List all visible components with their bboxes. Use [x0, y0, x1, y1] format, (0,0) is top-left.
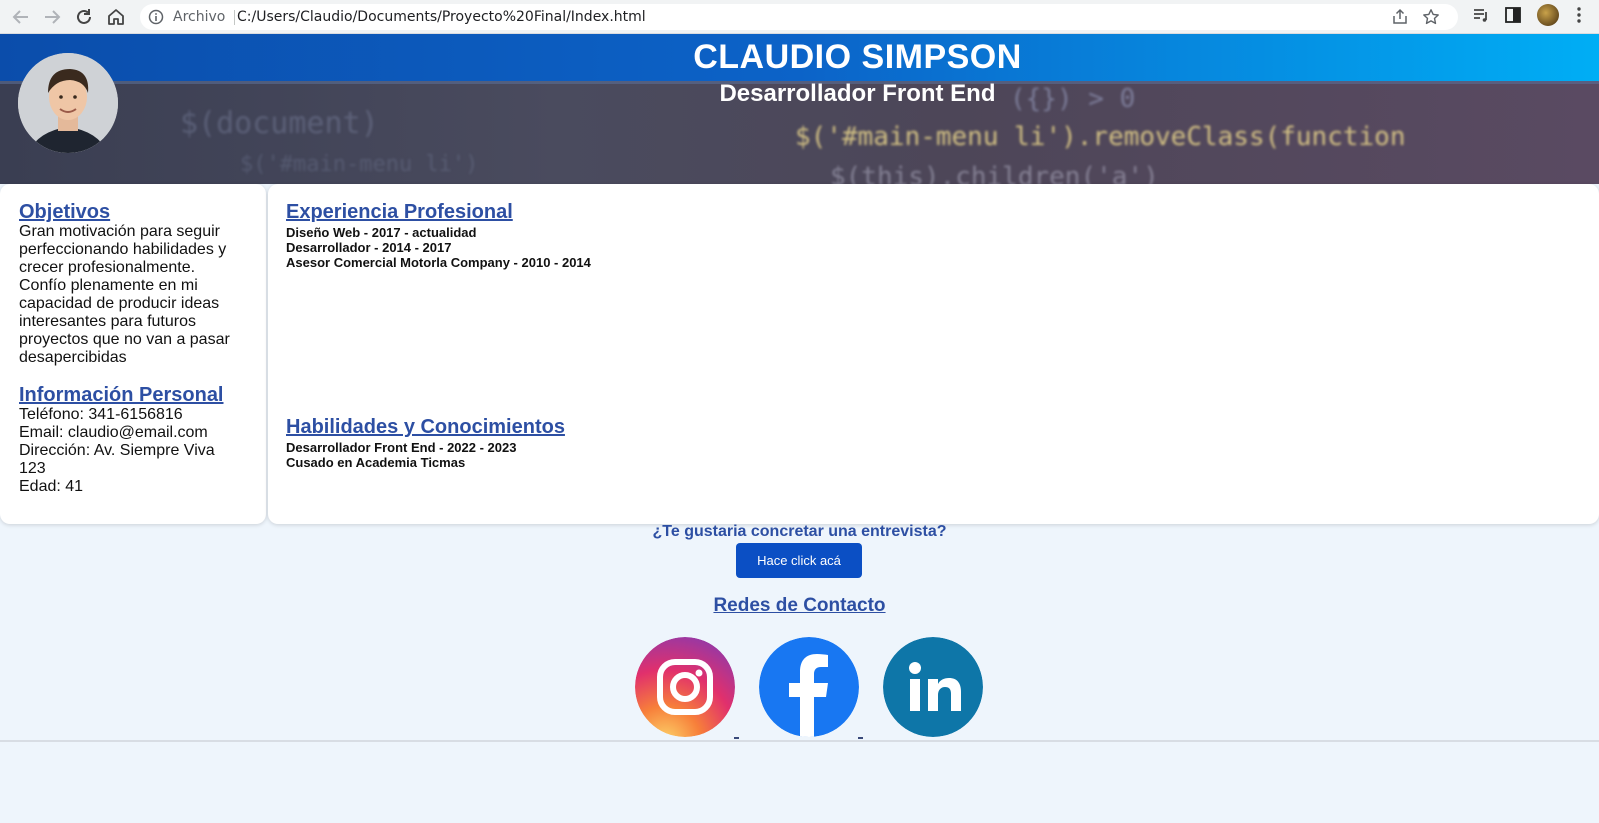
background-code-line: $('#main-menu li')	[240, 152, 479, 177]
avatar	[18, 53, 118, 153]
phone-line: Teléfono: 341-6156816	[19, 406, 183, 423]
kebab-menu-icon[interactable]	[1569, 5, 1589, 30]
experience-heading: Experiencia Profesional	[286, 201, 513, 223]
address-line: Dirección: Av. Siempre Viva 123	[19, 442, 215, 477]
age-line: Edad: 41	[19, 478, 84, 495]
list-item: Desarrollador - 2014 - 2017	[286, 240, 452, 255]
share-icon[interactable]	[1391, 8, 1409, 31]
interview-question: ¿Te gustaria concretar una entrevista?	[652, 523, 947, 540]
link-underline	[734, 737, 739, 739]
profile-header: $(document) ({}) > 0 $('#main-menu li').…	[0, 34, 1599, 184]
instagram-icon[interactable]	[635, 637, 735, 737]
info-icon[interactable]	[148, 9, 164, 30]
contact-button[interactable]: Hace click acá	[736, 543, 862, 578]
reading-list-icon[interactable]	[1471, 5, 1491, 30]
bookmark-star-icon[interactable]	[1422, 8, 1440, 31]
page-title: CLAUDIO SIMPSON	[693, 38, 1022, 76]
back-arrow-icon[interactable]	[9, 5, 33, 29]
side-panel-icon[interactable]	[1503, 5, 1523, 30]
socials-heading: Redes de Contacto	[713, 595, 886, 616]
main-card: Experiencia Profesional Diseño Web - 201…	[268, 184, 1599, 524]
list-item: Desarrollador Front End - 2022 - 2023	[286, 440, 517, 455]
home-icon[interactable]	[104, 5, 128, 29]
objectives-text: Gran motivación para seguir perfeccionan…	[19, 223, 230, 366]
browser-toolbar: Archivo C:/Users/Claudio/Documents/Proye…	[0, 0, 1599, 34]
personal-info-heading: Información Personal	[19, 384, 224, 406]
background-code-line: $('#main-menu li').removeClass(function	[795, 122, 1406, 152]
personal-info-list: Teléfono: 341-6156816 Email: claudio@ema…	[19, 406, 241, 496]
skills-heading: Habilidades y Conocimientos	[286, 416, 565, 438]
job-title: Desarrollador Front End	[719, 80, 996, 107]
facebook-icon[interactable]	[759, 637, 859, 737]
list-item: Cusado en Academia Ticmas	[286, 455, 466, 470]
omnibox-divider	[234, 10, 235, 25]
scheme-label: Archivo	[173, 9, 226, 25]
reload-icon[interactable]	[72, 5, 96, 29]
profile-avatar[interactable]	[1537, 4, 1559, 26]
list-item: Asesor Comercial Motorla Company - 2010 …	[286, 255, 591, 270]
sidebar-card: Objetivos Gran motivación para seguir pe…	[0, 184, 266, 524]
background-code-line: $(this).children('a')	[830, 162, 1159, 184]
footer-divider	[0, 740, 1599, 742]
background-code-line: $(document)	[180, 106, 379, 141]
link-underline	[858, 737, 863, 739]
url-text[interactable]: C:/Users/Claudio/Documents/Proyecto%20Fi…	[237, 9, 646, 25]
objectives-heading: Objetivos	[19, 201, 111, 223]
linkedin-icon[interactable]	[883, 637, 983, 737]
list-item: Diseño Web - 2017 - actualidad	[286, 225, 477, 240]
experience-list: Diseño Web - 2017 - actualidad Desarroll…	[286, 225, 591, 270]
forward-arrow-icon[interactable]	[40, 5, 64, 29]
email-line: Email: claudio@email.com	[19, 424, 208, 441]
skills-list: Desarrollador Front End - 2022 - 2023 Cu…	[286, 440, 516, 470]
address-bar[interactable]: Archivo C:/Users/Claudio/Documents/Proye…	[140, 4, 1458, 30]
